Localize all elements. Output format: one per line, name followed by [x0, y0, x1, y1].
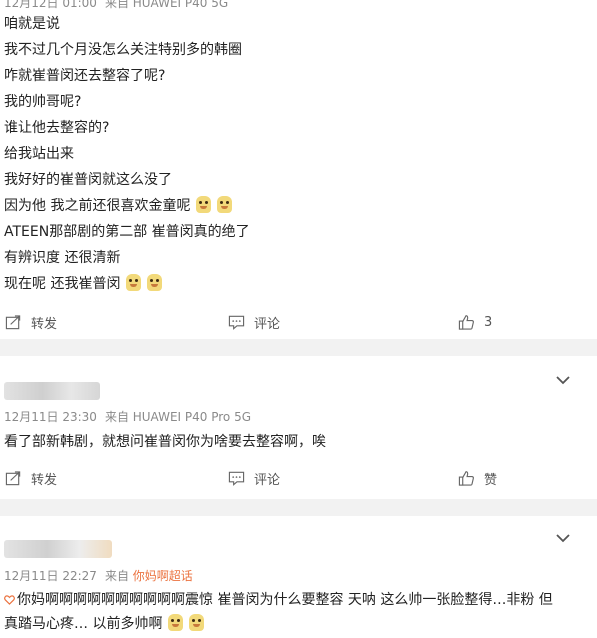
emoji-icon — [147, 274, 163, 291]
chevron-down-icon[interactable] — [554, 373, 572, 387]
like-count: 3 — [484, 314, 493, 330]
post-card-2: 12月11日 23:30 来自 HUAWEI P40 Pro 5G 看了部新韩剧，… — [0, 356, 597, 499]
post-text: 真踏马心疼… 以前多帅啊 — [4, 616, 163, 632]
share-label: 转发 — [31, 316, 58, 332]
action-bar: 转发 评论 赞 — [0, 466, 597, 490]
action-bar: 转发 评论 3 — [0, 310, 597, 334]
comment-icon — [228, 315, 245, 330]
chevron-down-icon[interactable] — [554, 531, 572, 545]
share-label: 转发 — [31, 472, 58, 488]
thumbs-up-icon — [458, 470, 474, 486]
post-line: 咱就是说 — [4, 16, 60, 32]
comment-button[interactable]: 评论 — [228, 310, 280, 334]
post-line: 有辨识度 还很清新 — [4, 250, 121, 266]
share-button[interactable]: 转发 — [5, 310, 57, 334]
post-line-with-emoji: 因为他 我之前还很喜欢金童呢 — [4, 195, 233, 215]
post-text: 啊啊啊啊啊啊啊啊啊震惊 崔普闵为什么要整容 天呐 这么帅一张脸整得…非粉 但 — [59, 592, 553, 608]
post-line-text: 现在呢 还我崔普闵 — [4, 276, 121, 292]
like-button[interactable]: 3 — [458, 310, 492, 334]
post-line: 我好好的崔普闵就这么没了 — [4, 172, 172, 188]
comment-button[interactable]: 评论 — [228, 466, 280, 490]
like-label: 赞 — [484, 472, 498, 488]
post-time: 12月11日 23:30 — [4, 410, 97, 424]
emoji-icon — [196, 196, 212, 213]
heart-icon — [4, 595, 15, 605]
avatar-name-blurred — [4, 540, 112, 558]
post-meta: 12月11日 23:30 来自 HUAWEI P40 Pro 5G — [4, 408, 251, 425]
post-line-with-emoji: 现在呢 还我崔普闵 — [4, 273, 163, 293]
post-line: 你妈啊啊啊啊啊啊啊啊啊啊震惊 崔普闵为什么要整容 天呐 这么帅一张脸整得…非粉 … — [4, 589, 553, 609]
comment-label: 评论 — [254, 316, 281, 332]
post-source-prefix: 来自 — [104, 569, 129, 583]
post-line: 咋就崔普闵还去整容了呢? — [4, 68, 166, 84]
post-line-with-emoji: 真踏马心疼… 以前多帅啊 — [4, 613, 205, 633]
post-text: 看了部新韩剧，就想问崔普闵你为啥要去整容啊，唉 — [4, 434, 326, 450]
post-source: 来自 HUAWEI P40 5G — [104, 0, 229, 10]
share-button[interactable]: 转发 — [5, 466, 57, 490]
post-meta: 12月12日 01:00 来自 HUAWEI P40 5G — [4, 0, 228, 11]
share-icon — [5, 470, 21, 485]
thumbs-up-icon — [458, 314, 474, 330]
emoji-icon — [217, 196, 233, 213]
comment-label: 评论 — [254, 472, 281, 488]
topic-tag-text: 你妈啊 — [17, 592, 59, 608]
post-time: 12月12日 01:00 — [4, 0, 97, 10]
post-card-1: 12月12日 01:00 来自 HUAWEI P40 5G 咱就是说 我不过几个月… — [0, 0, 597, 339]
post-line: 给我站出来 — [4, 146, 74, 162]
post-line: 我不过几个月没怎么关注特别多的韩圈 — [4, 42, 242, 58]
emoji-icon — [126, 274, 142, 291]
share-icon — [5, 314, 21, 329]
emoji-icon — [189, 614, 205, 631]
topic-tag-link[interactable]: 你妈啊 — [4, 592, 59, 608]
post-card-3: 12月11日 22:27 来自 你妈啊超话 你妈啊啊啊啊啊啊啊啊啊啊震惊 崔普闵为… — [0, 516, 597, 638]
comment-icon — [228, 471, 245, 486]
post-line: 谁让他去整容的? — [4, 120, 110, 136]
post-line: ATEEN那部剧的第二部 崔普闵真的绝了 — [4, 224, 250, 240]
avatar-name-blurred — [4, 382, 100, 400]
post-line: 我的帅哥呢? — [4, 94, 82, 110]
post-time: 12月11日 22:27 — [4, 569, 97, 583]
emoji-icon — [168, 614, 184, 631]
post-meta: 12月11日 22:27 来自 你妈啊超话 — [4, 567, 193, 584]
post-line-text: 因为他 我之前还很喜欢金童呢 — [4, 198, 191, 214]
supertopic-link[interactable]: 你妈啊超话 — [133, 569, 193, 583]
like-button[interactable]: 赞 — [458, 466, 497, 490]
post-source: 来自 HUAWEI P40 Pro 5G — [104, 410, 252, 424]
